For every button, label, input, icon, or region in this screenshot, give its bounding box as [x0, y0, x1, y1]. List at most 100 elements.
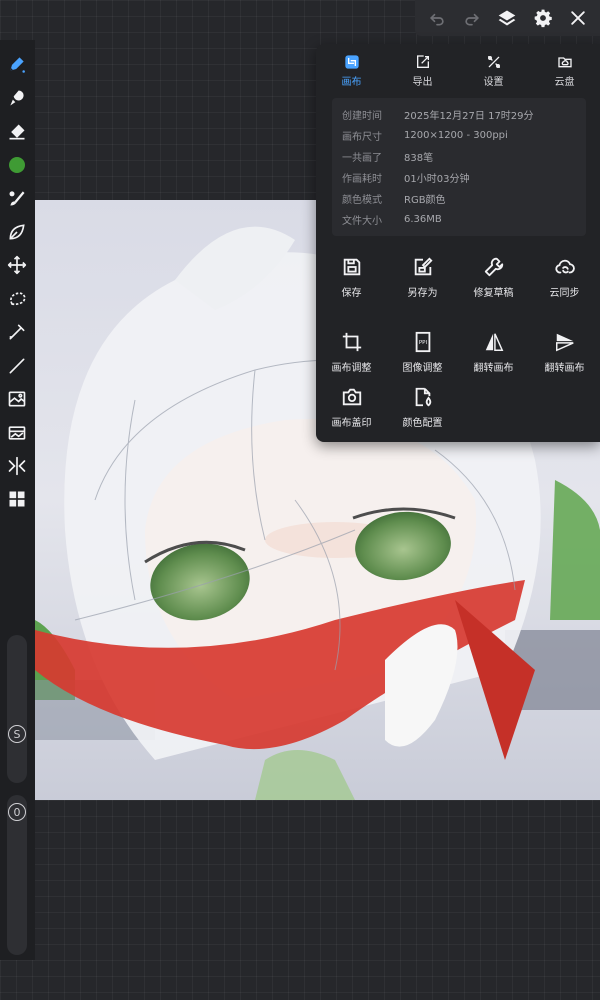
- panel-tabs: 画布 导出 设置 云盘: [316, 52, 600, 94]
- grid-icon: [9, 491, 25, 507]
- info-key: 创建时间: [342, 111, 382, 122]
- info-key: 作画耗时: [342, 174, 382, 185]
- tab-export[interactable]: 导出: [387, 52, 458, 94]
- move-tool[interactable]: [5, 253, 29, 277]
- tab-cloud-drive-label: 云盘: [554, 77, 575, 88]
- flip-canvas-vertical-label: 翻转画布: [544, 363, 585, 374]
- actions-row-2: 画布调整 PPI 图像调整 翻转画布 翻转画布: [316, 331, 600, 374]
- close-icon: [571, 11, 585, 25]
- color-profile-icon: [415, 387, 431, 407]
- info-key: 一共画了: [342, 153, 382, 164]
- info-key: 颜色模式: [342, 195, 382, 206]
- canvas-stamp-label: 画布盖印: [331, 418, 372, 429]
- info-row-color-mode: 颜色模式 RGB颜色: [342, 188, 576, 209]
- pen-tool[interactable]: [5, 52, 29, 76]
- image-tool[interactable]: [5, 387, 29, 411]
- save-icon: [343, 258, 360, 276]
- ppi-icon: PPI: [415, 331, 430, 353]
- undo-button[interactable]: [422, 3, 452, 33]
- canvas-menu-panel: 画布 导出 设置 云盘 创建时间 2025年12月27日 17时29分 画布尺寸…: [316, 44, 600, 442]
- redo-button[interactable]: [457, 3, 487, 33]
- info-value: 1200×1200 - 300ppi: [404, 130, 508, 141]
- cloud-sync-icon: [554, 259, 575, 274]
- flip-vertical-icon: [555, 333, 574, 352]
- info-row-file-size: 文件大小 6.36MB: [342, 209, 576, 230]
- info-value: 2025年12月27日 17时29分: [404, 111, 534, 122]
- actions-row-3: 画布盖印 颜色配置: [316, 386, 600, 429]
- image-icon: [8, 391, 26, 407]
- layers-icon: [499, 10, 516, 26]
- leaf-tool[interactable]: [5, 220, 29, 244]
- eyedropper-icon: [9, 324, 25, 340]
- symmetry-icon: [8, 456, 26, 476]
- line-icon: [9, 358, 25, 374]
- save-as-label: 另存为: [407, 288, 438, 299]
- settings-button[interactable]: [528, 3, 558, 33]
- image-adjust-label: 图像调整: [402, 363, 443, 374]
- lasso-tool[interactable]: [5, 287, 29, 311]
- save-as-button[interactable]: 另存为: [387, 256, 458, 299]
- grid-tool[interactable]: [5, 487, 29, 511]
- info-value: 01小时03分钟: [404, 174, 470, 185]
- cloud-folder-icon: [557, 57, 572, 68]
- layers-button[interactable]: [492, 3, 522, 33]
- actions-row-1: 保存 另存为 修复草稿 云同步: [316, 256, 600, 299]
- brush-icon: [9, 191, 25, 206]
- smudge-tool[interactable]: [5, 86, 29, 110]
- tab-settings[interactable]: 设置: [458, 52, 529, 94]
- undo-icon: [430, 13, 444, 26]
- info-value: 838笔: [404, 153, 434, 164]
- save-label: 保存: [341, 288, 362, 299]
- close-button[interactable]: [563, 3, 593, 33]
- color-dot: [9, 157, 25, 173]
- smudge-icon: [10, 90, 24, 106]
- crop-icon: [342, 332, 361, 352]
- canvas-info-box: 创建时间 2025年12月27日 17时29分 画布尺寸 1200×1200 -…: [332, 98, 586, 236]
- info-row-created: 创建时间 2025年12月27日 17时29分: [342, 104, 576, 125]
- move-icon: [7, 255, 27, 275]
- info-value: 6.36MB: [404, 214, 442, 225]
- canvas-icon: [344, 55, 359, 69]
- info-key: 文件大小: [342, 216, 382, 227]
- flip-canvas-horizontal-button[interactable]: 翻转画布: [458, 331, 529, 374]
- cloud-sync-label: 云同步: [549, 288, 580, 299]
- wrench-icon: [484, 257, 503, 277]
- gallery-tool[interactable]: [5, 421, 29, 445]
- gear-icon: [534, 9, 552, 28]
- camera-icon: [342, 388, 361, 406]
- image-adjust-button[interactable]: PPI 图像调整: [387, 331, 458, 374]
- eraser-tool[interactable]: [5, 120, 29, 144]
- canvas-adjust-button[interactable]: 画布调整: [316, 331, 387, 374]
- info-row-duration: 作画耗时 01小时03分钟: [342, 167, 576, 188]
- info-row-strokes: 一共画了 838笔: [342, 146, 576, 167]
- eyedropper-tool[interactable]: [5, 320, 29, 344]
- repair-draft-button[interactable]: 修复草稿: [458, 256, 529, 299]
- tab-cloud-drive[interactable]: 云盘: [529, 52, 600, 94]
- line-tool[interactable]: [5, 354, 29, 378]
- save-button[interactable]: 保存: [316, 256, 387, 299]
- tool-rail: S 0: [0, 40, 35, 960]
- canvas-adjust-label: 画布调整: [331, 363, 372, 374]
- save-as-icon: [414, 257, 433, 276]
- symmetry-tool[interactable]: [5, 454, 29, 478]
- color-picker[interactable]: [5, 153, 29, 177]
- canvas-stamp-button[interactable]: 画布盖印: [316, 386, 387, 429]
- tools-icon: [487, 56, 500, 68]
- color-profile-button[interactable]: 颜色配置: [387, 386, 458, 429]
- tab-export-label: 导出: [412, 77, 433, 88]
- lasso-icon: [10, 292, 26, 306]
- tab-canvas[interactable]: 画布: [316, 52, 387, 94]
- flip-canvas-vertical-button[interactable]: 翻转画布: [529, 331, 600, 374]
- redo-icon: [465, 13, 479, 26]
- brush-tool[interactable]: [5, 186, 29, 210]
- color-profile-label: 颜色配置: [402, 418, 443, 429]
- cloud-sync-button[interactable]: 云同步: [529, 256, 600, 299]
- flip-canvas-horizontal-label: 翻转画布: [473, 363, 514, 374]
- top-toolbar: [415, 0, 600, 36]
- tab-settings-label: 设置: [483, 77, 504, 88]
- opacity-badge: 0: [8, 803, 26, 821]
- svg-text:PPI: PPI: [418, 340, 427, 346]
- info-row-size: 画布尺寸 1200×1200 - 300ppi: [342, 125, 576, 146]
- export-icon: [416, 55, 429, 68]
- brush-size-slider[interactable]: [7, 635, 27, 783]
